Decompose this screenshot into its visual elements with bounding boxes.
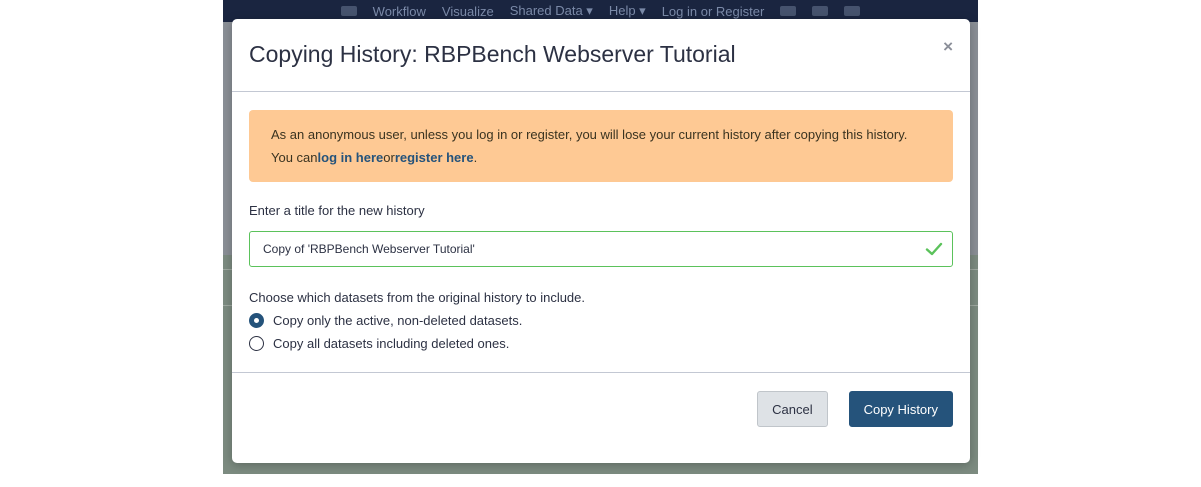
radio-label-all: Copy all datasets including deleted ones… xyxy=(273,336,510,351)
history-title-input[interactable] xyxy=(249,231,953,267)
nav-item-help: Help ▾ xyxy=(608,3,646,18)
datasets-choice-label: Choose which datasets from the original … xyxy=(249,290,586,305)
nav-item-workflow: Workflow xyxy=(372,3,426,19)
modal-footer: Cancel Copy History xyxy=(232,373,970,427)
modal-title: Copying History: RBPBench Webserver Tuto… xyxy=(249,40,736,67)
close-button[interactable]: × xyxy=(943,37,953,57)
title-field-label: Enter a title for the new history xyxy=(249,203,425,218)
home-icon xyxy=(340,6,357,16)
title-input-wrapper xyxy=(249,231,953,267)
modal-header: Copying History: RBPBench Webserver Tuto… xyxy=(232,19,970,92)
alert-text-end: . xyxy=(473,150,478,165)
grid-icon xyxy=(844,6,861,16)
radio-label-active: Copy only the active, non-deleted datase… xyxy=(273,313,523,328)
mail-icon xyxy=(780,6,797,16)
login-link[interactable]: log in here xyxy=(318,150,384,165)
user-icon xyxy=(812,6,829,16)
nav-item-shared-data: Shared Data ▾ xyxy=(509,3,593,18)
radio-option-all-datasets[interactable]: Copy all datasets including deleted ones… xyxy=(249,335,953,352)
copy-history-modal: Copying History: RBPBench Webserver Tuto… xyxy=(232,19,970,463)
valid-check-icon xyxy=(925,242,943,256)
copy-history-button[interactable]: Copy History xyxy=(848,391,953,427)
alert-text-or: or xyxy=(383,150,395,165)
radio-button-all[interactable] xyxy=(249,336,264,351)
register-link[interactable]: register here xyxy=(395,150,474,165)
modal-body: As an anonymous user, unless you log in … xyxy=(232,92,970,373)
nav-item-visualize: Visualize xyxy=(441,3,494,19)
anonymous-warning-alert: As an anonymous user, unless you log in … xyxy=(249,110,953,182)
radio-option-active-datasets[interactable]: Copy only the active, non-deleted datase… xyxy=(249,312,953,329)
nav-item-login: Log in or Register xyxy=(661,3,765,19)
cancel-button[interactable]: Cancel xyxy=(757,391,828,427)
radio-button-active[interactable] xyxy=(249,313,264,328)
